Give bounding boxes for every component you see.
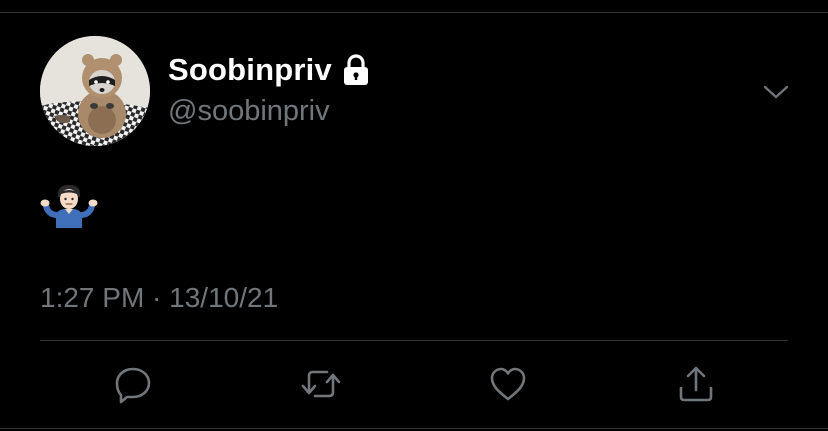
share-button[interactable] <box>674 362 718 406</box>
reply-button[interactable] <box>111 362 155 406</box>
heart-icon <box>490 367 526 401</box>
lock-icon <box>342 53 370 87</box>
share-upload-icon <box>679 366 713 402</box>
tweet-timestamp[interactable]: 1:27 PM · 13/10/21 <box>40 280 278 316</box>
chevron-down-icon[interactable] <box>760 78 792 106</box>
person-shrugging-icon <box>40 185 98 228</box>
tweet-body-emoji <box>40 184 98 228</box>
retweet-arrows-icon <box>301 370 341 398</box>
avatar[interactable] <box>40 36 150 146</box>
author-handle[interactable]: @soobinpriv <box>168 92 330 130</box>
action-bar-divider <box>40 340 788 341</box>
speech-bubble-icon <box>115 367 151 404</box>
like-button[interactable] <box>486 362 530 406</box>
display-name[interactable]: Soobinpriv <box>168 50 332 90</box>
bottom-divider <box>0 428 828 429</box>
top-divider <box>0 12 828 13</box>
raccoon-avatar-image <box>40 36 150 146</box>
author-name-row[interactable]: Soobinpriv <box>168 50 370 90</box>
retweet-button[interactable] <box>299 362 343 406</box>
